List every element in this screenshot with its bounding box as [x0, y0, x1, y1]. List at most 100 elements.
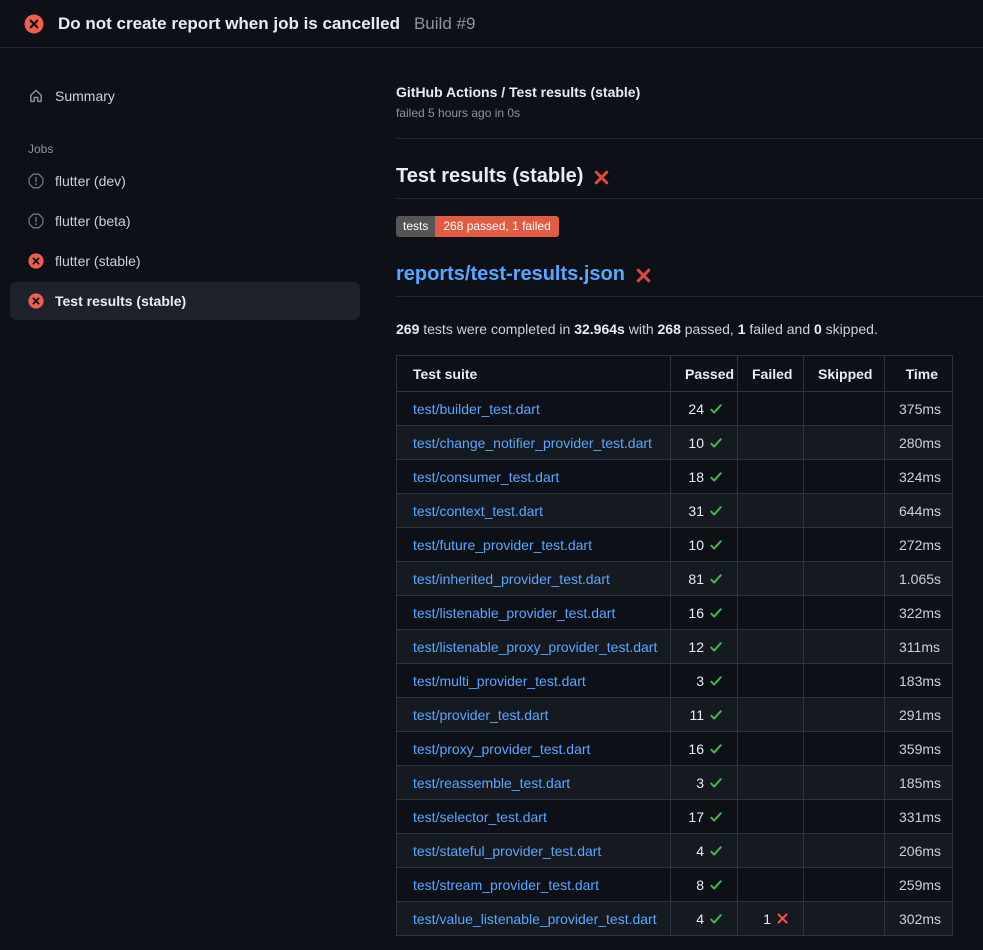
test-suite-link[interactable]: test/value_listenable_provider_test.dart	[413, 911, 657, 927]
time-cell: 280ms	[885, 426, 953, 460]
passed-count-cell: 11	[671, 698, 738, 732]
passed-count-cell: 8	[671, 868, 738, 902]
time-cell: 331ms	[885, 800, 953, 834]
skipped-count-cell	[804, 494, 885, 528]
passed-count: 4	[696, 911, 704, 927]
time-cell: 644ms	[885, 494, 953, 528]
passed-count: 31	[688, 503, 704, 519]
skipped-count-cell	[804, 426, 885, 460]
time-cell: 375ms	[885, 392, 953, 426]
build-number: Build #9	[414, 14, 475, 34]
column-header-failed: Failed	[738, 356, 804, 392]
passed-check-icon	[709, 878, 723, 892]
skipped-count-cell	[804, 698, 885, 732]
passed-count: 16	[688, 605, 704, 621]
failed-count-cell	[738, 834, 804, 868]
summary-text: passed,	[681, 321, 738, 337]
failed-count-cell	[738, 800, 804, 834]
summary-text: with	[625, 321, 658, 337]
column-header-test-suite: Test suite	[397, 356, 671, 392]
sidebar-item-flutter-beta[interactable]: flutter (beta)	[10, 202, 360, 240]
test-suite-cell: test/change_notifier_provider_test.dart	[397, 426, 671, 460]
failed-count-cell	[738, 562, 804, 596]
failed-count: 1	[763, 911, 771, 927]
test-suite-link[interactable]: test/listenable_proxy_provider_test.dart	[413, 639, 657, 655]
time-cell: 291ms	[885, 698, 953, 732]
test-suite-link[interactable]: test/proxy_provider_test.dart	[413, 741, 590, 757]
test-suite-link[interactable]: test/listenable_provider_test.dart	[413, 605, 615, 621]
table-row: test/listenable_proxy_provider_test.dart…	[397, 630, 953, 664]
test-suite-link[interactable]: test/inherited_provider_test.dart	[413, 571, 610, 587]
test-suite-cell: test/listenable_proxy_provider_test.dart	[397, 630, 671, 664]
test-suite-link[interactable]: test/future_provider_test.dart	[413, 537, 592, 553]
passed-count-cell: 3	[671, 664, 738, 698]
passed-count: 8	[696, 877, 704, 893]
sidebar-item-summary[interactable]: Summary	[10, 78, 360, 114]
test-suite-link[interactable]: test/multi_provider_test.dart	[413, 673, 586, 689]
skipped-count-cell	[804, 562, 885, 596]
passed-count-cell: 81	[671, 562, 738, 596]
time-cell: 259ms	[885, 868, 953, 902]
test-suite-link[interactable]: test/provider_test.dart	[413, 707, 548, 723]
test-suite-link[interactable]: test/change_notifier_provider_test.dart	[413, 435, 652, 451]
test-suite-link[interactable]: test/selector_test.dart	[413, 809, 547, 825]
job-list: flutter (dev) flutter (beta) flutter (st…	[0, 162, 370, 320]
time-cell: 272ms	[885, 528, 953, 562]
skipped-count-cell	[804, 460, 885, 494]
failed-count-cell	[738, 596, 804, 630]
sidebar-item-flutter-stable[interactable]: flutter (stable)	[10, 242, 360, 280]
summary-text: failed and	[746, 321, 815, 337]
table-row: test/selector_test.dart 17 331ms	[397, 800, 953, 834]
passed-count-cell: 31	[671, 494, 738, 528]
sidebar-item-test-results-stable[interactable]: Test results (stable)	[10, 282, 360, 320]
passed-count-cell: 24	[671, 392, 738, 426]
job-summary-block: GitHub Actions / Test results (stable) f…	[396, 84, 983, 139]
report-file-link[interactable]: reports/test-results.json	[396, 263, 625, 286]
passed-count-cell: 3	[671, 766, 738, 800]
column-header-time: Time	[885, 356, 953, 392]
test-suite-cell: test/inherited_provider_test.dart	[397, 562, 671, 596]
test-suite-link[interactable]: test/builder_test.dart	[413, 401, 540, 417]
test-suite-cell: test/listenable_provider_test.dart	[397, 596, 671, 630]
passed-check-icon	[709, 776, 723, 790]
summary-label: Summary	[55, 88, 115, 104]
passed-count-cell: 17	[671, 800, 738, 834]
test-summary-line: 269 tests were completed in 32.964s with…	[396, 321, 983, 337]
job-label: Test results (stable)	[55, 293, 186, 309]
failed-count-cell	[738, 528, 804, 562]
test-suite-link[interactable]: test/stateful_provider_test.dart	[413, 843, 601, 859]
table-row: test/consumer_test.dart18 324ms	[397, 460, 953, 494]
test-suite-link[interactable]: test/reassemble_test.dart	[413, 775, 570, 791]
passed-count: 4	[696, 843, 704, 859]
time-cell: 185ms	[885, 766, 953, 800]
passed-check-icon	[709, 504, 723, 518]
failed-x-icon	[776, 912, 789, 925]
passed-check-icon	[709, 606, 723, 620]
test-suite-link[interactable]: test/consumer_test.dart	[413, 469, 559, 485]
skipped-count-cell	[804, 596, 885, 630]
test-suite-link[interactable]: test/stream_provider_test.dart	[413, 877, 599, 893]
time-cell: 302ms	[885, 902, 953, 936]
passed-check-icon	[709, 674, 723, 688]
sidebar-item-flutter-dev[interactable]: flutter (dev)	[10, 162, 360, 200]
test-suite-link[interactable]: test/context_test.dart	[413, 503, 543, 519]
job-label: flutter (dev)	[55, 173, 126, 189]
skipped-count-cell	[804, 630, 885, 664]
time-cell: 359ms	[885, 732, 953, 766]
failed-x-icon	[593, 169, 610, 186]
failed-count-cell	[738, 732, 804, 766]
table-row: test/builder_test.dart 24 375ms	[397, 392, 953, 426]
build-header: Do not create report when job is cancell…	[0, 0, 983, 48]
cancelled-octagon-icon	[28, 213, 44, 229]
test-results-table: Test suitePassedFailedSkippedTime test/b…	[396, 355, 953, 936]
table-row: test/value_listenable_provider_test.dart…	[397, 902, 953, 936]
skipped-count-cell	[804, 766, 885, 800]
time-cell: 1.065s	[885, 562, 953, 596]
test-suite-cell: test/selector_test.dart	[397, 800, 671, 834]
table-row: test/stream_provider_test.dart 8 259ms	[397, 868, 953, 902]
passed-count-cell: 10	[671, 528, 738, 562]
failed-count-cell	[738, 630, 804, 664]
passed-count: 18	[688, 469, 704, 485]
skipped-count-cell	[804, 392, 885, 426]
summary-text: tests were completed in	[419, 321, 574, 337]
